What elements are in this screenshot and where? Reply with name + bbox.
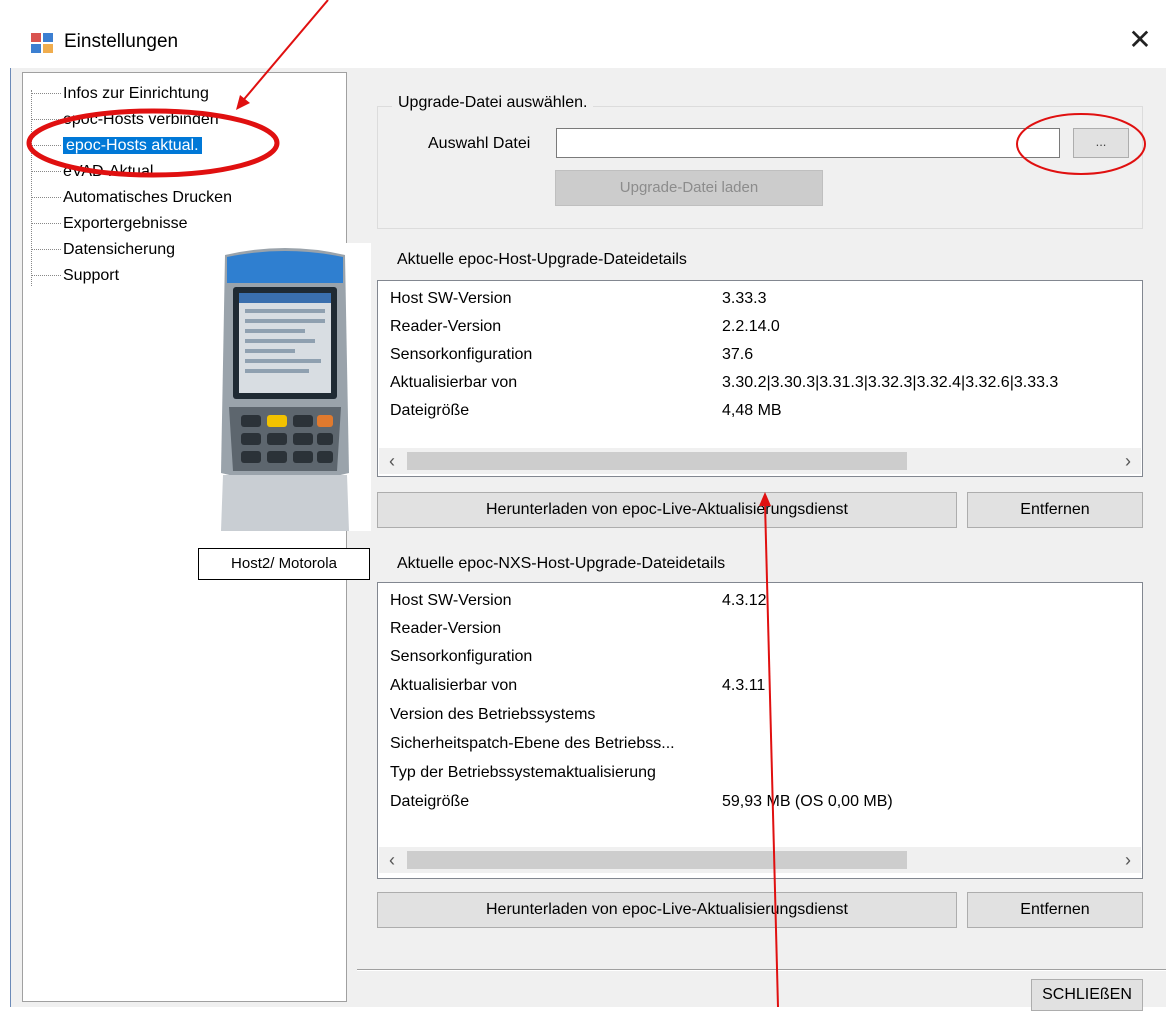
tree-item-datensicherung[interactable]: Datensicherung xyxy=(31,238,175,262)
settings-app-icon xyxy=(31,33,53,53)
list-item-value: 59,93 MB (OS 0,00 MB) xyxy=(722,793,893,810)
list-item-key: Reader-Version xyxy=(390,620,502,637)
title-bar xyxy=(10,8,1166,68)
host-details-label: Aktuelle epoc-Host-Upgrade-Dateidetails xyxy=(397,251,687,268)
host-download-live-button[interactable]: Herunterladen von epoc-Live-Aktualisieru… xyxy=(377,492,957,528)
tree-item-label: eVAD-Aktual. xyxy=(63,163,158,180)
list-item-key: Aktualisierbar von xyxy=(390,677,518,694)
list-item-key: Version des Betriebssystems xyxy=(390,706,596,723)
tree-item-automatisches-drucken[interactable]: Automatisches Drucken xyxy=(31,186,232,210)
list-item-key: Aktualisierbar von xyxy=(390,374,518,391)
tree-item-label: epoc-Hosts aktual. xyxy=(63,137,202,154)
footer-separator xyxy=(357,969,1166,971)
browse-file-button[interactable]: ... xyxy=(1073,128,1129,158)
scroll-right-icon[interactable]: › xyxy=(1115,448,1141,474)
upgrade-group-label: Upgrade-Datei auswählen. xyxy=(392,94,594,112)
list-item-key: Dateigröße xyxy=(390,793,470,810)
host-details-hscrollbar[interactable]: ‹ › xyxy=(379,448,1141,474)
tree-item-evad-aktual[interactable]: eVAD-Aktual. xyxy=(31,160,158,184)
nxs-details-label: Aktuelle epoc-NXS-Host-Upgrade-Dateideta… xyxy=(397,555,726,572)
file-path-input[interactable] xyxy=(556,128,1060,158)
tree-item-label: Infos zur Einrichtung xyxy=(63,85,209,102)
scroll-left-icon[interactable]: ‹ xyxy=(379,448,405,474)
tree-item-hosts-verbinden[interactable]: epoc-Hosts verbinden xyxy=(31,108,219,132)
window-title: Einstellungen xyxy=(64,31,179,52)
file-select-label: Auswahl Datei xyxy=(428,135,531,152)
close-window-icon[interactable]: ✕ xyxy=(1125,25,1155,55)
nxs-details-hscrollbar[interactable]: ‹ › xyxy=(379,847,1141,873)
tree-item-label: epoc-Hosts verbinden xyxy=(63,111,219,128)
host-remove-button[interactable]: Entfernen xyxy=(967,492,1143,528)
device-caption-label: Host2/ Motorola xyxy=(198,548,370,580)
list-item-key: Sicherheitspatch-Ebene des Betriebss... xyxy=(390,735,675,752)
tree-item-infos[interactable]: Infos zur Einrichtung xyxy=(31,82,209,106)
tree-item-exportergebnisse[interactable]: Exportergebnisse xyxy=(31,212,188,236)
tree-item-support[interactable]: Support xyxy=(31,264,119,288)
list-item-value: 3.33.3 xyxy=(722,290,767,307)
list-item-key: Typ der Betriebssystemaktualisierung xyxy=(390,764,656,781)
list-item-key: Dateigröße xyxy=(390,402,470,419)
nxs-remove-button[interactable]: Entfernen xyxy=(967,892,1143,928)
load-upgrade-file-button[interactable]: Upgrade-Datei laden xyxy=(555,170,823,206)
list-item-key: Host SW-Version xyxy=(390,592,512,609)
tree-item-label: Exportergebnisse xyxy=(63,215,188,232)
tree-item-label: Datensicherung xyxy=(63,241,176,258)
scroll-left-icon[interactable]: ‹ xyxy=(379,847,405,873)
list-item-value: 4.3.11 xyxy=(722,677,766,694)
list-item-value: 4.3.12 xyxy=(722,592,767,609)
tree-item-label: Support xyxy=(63,267,120,284)
nxs-download-live-button[interactable]: Herunterladen von epoc-Live-Aktualisieru… xyxy=(377,892,957,928)
upgrade-file-group xyxy=(377,106,1143,229)
tree-item-label: Automatisches Drucken xyxy=(63,189,232,206)
list-item-value: 4,48 MB xyxy=(722,402,782,419)
list-item-key: Host SW-Version xyxy=(390,290,512,307)
list-item-key: Reader-Version xyxy=(390,318,502,335)
close-settings-button[interactable]: SCHLIEßEN xyxy=(1031,979,1143,1011)
tree-item-hosts-aktual[interactable]: epoc-Hosts aktual. xyxy=(31,134,202,158)
motorola-handheld-image xyxy=(199,243,371,531)
scroll-right-icon[interactable]: › xyxy=(1115,847,1141,873)
list-item-value: 2.2.14.0 xyxy=(722,318,780,335)
scroll-thumb[interactable] xyxy=(407,851,907,869)
list-item-value: 3.30.2|3.30.3|3.31.3|3.32.3|3.32.4|3.32.… xyxy=(722,374,1059,391)
scroll-thumb[interactable] xyxy=(407,452,907,470)
list-item-key: Sensorkonfiguration xyxy=(390,648,533,665)
list-item-key: Sensorkonfiguration xyxy=(390,346,533,363)
list-item-value: 37.6 xyxy=(722,346,754,363)
